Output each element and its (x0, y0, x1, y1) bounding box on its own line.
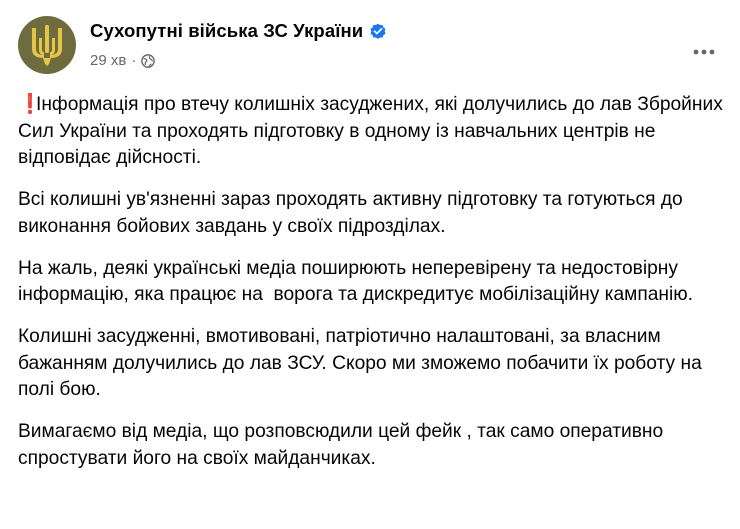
post-paragraph-2: Всі колишні ув'язненні зараз проходять а… (18, 189, 689, 237)
exclamation-icon: ❗ (18, 94, 42, 115)
more-options-icon (693, 49, 715, 55)
more-options-button[interactable] (686, 34, 722, 70)
post-paragraph-4: Колишні засудженні, вмотивовані, патріот… (18, 326, 708, 400)
post-paragraph-1: ❗Інформація про втечу колишніх засуджени… (18, 92, 724, 172)
facebook-post: Сухопутні війська ЗС України 29 хв · ❗Ін… (0, 0, 740, 529)
page-avatar[interactable] (18, 16, 76, 74)
post-paragraph-3: На жаль, деякі українські медіа поширюют… (18, 257, 693, 306)
post-paragraph-5: Вимагаємо від медіа, що розповсюдили цей… (18, 421, 669, 469)
page-name[interactable]: Сухопутні війська ЗС України (90, 20, 363, 42)
post-body: ❗Інформація про втечу колишніх засуджени… (18, 92, 724, 488)
post-header: Сухопутні війська ЗС України 29 хв · (18, 12, 722, 74)
meta-separator: · (131, 52, 137, 69)
verified-badge-icon (370, 23, 386, 39)
globe-icon (141, 53, 156, 68)
page-name-row: Сухопутні війська ЗС України (90, 20, 387, 42)
trident-emblem-icon (32, 25, 62, 66)
post-timestamp[interactable]: 29 хв (90, 52, 126, 69)
post-paragraph-1-text: Інформація про втечу колишніх засуджених… (18, 94, 729, 168)
post-meta: 29 хв · (90, 52, 156, 69)
